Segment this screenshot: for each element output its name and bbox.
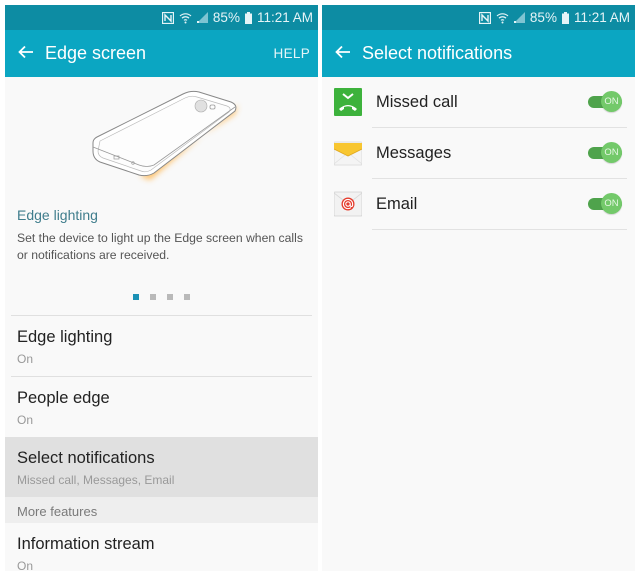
setting-select-notifications[interactable]: Select notifications Missed call, Messag… <box>5 437 318 497</box>
signal-icon <box>513 12 525 23</box>
messages-icon <box>333 139 363 167</box>
item-label: Missed call <box>376 92 458 111</box>
missed-call-icon <box>334 88 362 116</box>
wifi-icon <box>496 12 509 24</box>
app-bar: Select notifications <box>322 30 635 77</box>
setting-information-stream[interactable]: Information stream On <box>5 523 318 571</box>
email-icon <box>333 190 363 218</box>
list-item-email[interactable]: Email ON <box>322 179 635 229</box>
setting-value: On <box>17 352 34 366</box>
toggle-thumb: ON <box>601 193 622 214</box>
setting-value: Missed call, Messages, Email <box>17 473 175 487</box>
setting-value: On <box>17 413 34 427</box>
intro-description: Set the device to light up the Edge scre… <box>17 231 303 262</box>
toggle-thumb: ON <box>601 142 622 163</box>
setting-value: On <box>17 559 34 571</box>
page-dot-3[interactable] <box>167 294 173 300</box>
page-indicator <box>5 294 318 300</box>
intro-title: Edge lighting <box>17 207 98 223</box>
battery-icon <box>561 11 569 24</box>
signal-icon <box>196 12 208 23</box>
battery-percent: 85% <box>212 10 240 25</box>
notification-list: Missed call ON Messages ON Email ON <box>322 77 635 230</box>
wifi-icon <box>179 12 192 24</box>
page-dot-2[interactable] <box>150 294 156 300</box>
setting-name: Select notifications <box>17 449 155 467</box>
clock: 11:21 AM <box>256 10 313 25</box>
missed-call-toggle[interactable]: ON <box>588 91 622 112</box>
messages-toggle[interactable]: ON <box>588 142 622 163</box>
list-item-missed-call[interactable]: Missed call ON <box>322 77 635 127</box>
intro-card: Edge lighting Set the device to light up… <box>5 207 318 264</box>
page-title: Select notifications <box>362 43 513 63</box>
list-item-messages[interactable]: Messages ON <box>322 128 635 178</box>
setting-people-edge[interactable]: People edge On <box>5 377 318 437</box>
status-bar: 85% 11:21 AM <box>5 5 318 30</box>
edge-phone-illustration <box>5 77 318 197</box>
item-label: Messages <box>376 143 452 162</box>
email-toggle[interactable]: ON <box>588 193 622 214</box>
divider <box>372 229 627 230</box>
setting-name: People edge <box>17 389 110 407</box>
item-label: Email <box>376 194 418 213</box>
back-arrow-icon[interactable] <box>322 42 362 65</box>
battery-percent: 85% <box>529 10 557 25</box>
edge-screen-settings: 85% 11:21 AM Edge screen HELP Edge light… <box>5 5 318 571</box>
app-bar: Edge screen HELP <box>5 30 318 77</box>
nfc-icon <box>161 11 174 24</box>
nfc-icon <box>478 11 491 24</box>
help-button[interactable]: HELP <box>274 46 310 61</box>
page-title: Edge screen <box>45 43 147 63</box>
back-arrow-icon[interactable] <box>5 42 45 65</box>
clock: 11:21 AM <box>573 10 630 25</box>
status-bar: 85% 11:21 AM <box>322 5 635 30</box>
page-dot-4[interactable] <box>184 294 190 300</box>
setting-name: Edge lighting <box>17 328 113 346</box>
setting-name: Information stream <box>17 535 155 553</box>
toggle-thumb: ON <box>601 91 622 112</box>
section-header-more-features: More features <box>5 497 318 523</box>
select-notifications-screen: 85% 11:21 AM Select notifications Missed… <box>322 5 635 571</box>
setting-edge-lighting[interactable]: Edge lighting On <box>5 316 318 376</box>
battery-icon <box>244 11 252 24</box>
page-dot-1[interactable] <box>133 294 139 300</box>
